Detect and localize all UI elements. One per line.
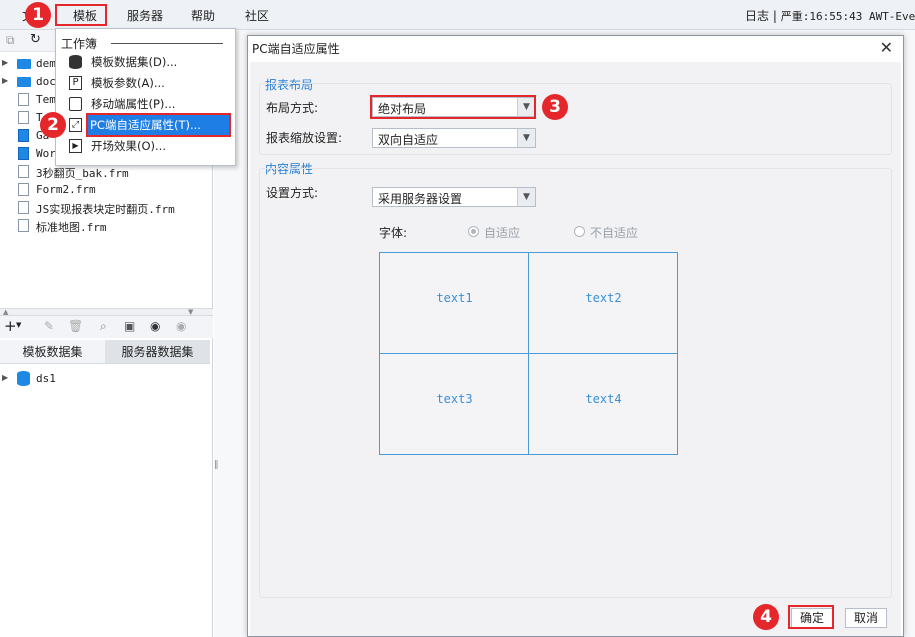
layout-preview-grid: text1 text2 text3 text4	[379, 252, 678, 455]
add-icon[interactable]: +	[4, 317, 17, 335]
form-file-icon	[18, 147, 29, 160]
file-icon	[18, 219, 29, 232]
database-icon	[69, 55, 82, 69]
cancel-button[interactable]: 取消	[845, 608, 887, 628]
menu-item-template-parameters[interactable]: P 模板参数(A)...	[58, 73, 233, 93]
database-add-icon[interactable]: ◉	[150, 319, 160, 333]
log-link[interactable]: 日志	[745, 9, 769, 23]
panel-splitter[interactable]: ▲ ▼	[0, 308, 213, 316]
collapse-up-icon[interactable]: ▲	[3, 308, 8, 316]
resize-icon: ⤢	[69, 118, 82, 132]
status-area: 日志 | 严重:16:55:43 AWT-Eve	[745, 7, 915, 24]
refresh-icon[interactable]: ↻	[30, 32, 41, 47]
menu-item-template-datasets[interactable]: 模板数据集(D)...	[58, 52, 233, 72]
radio-dot	[574, 226, 585, 237]
step-badge-2: 2	[40, 112, 66, 138]
scale-setting-select[interactable]: 双向自适应 ▼	[372, 128, 536, 148]
file-icon	[18, 201, 29, 214]
tree-item[interactable]: ▶ doc	[0, 73, 60, 91]
radio-adaptive[interactable]: 自适应	[468, 224, 538, 240]
file-icon	[18, 183, 29, 196]
tab-template-datasets[interactable]: 模板数据集	[0, 340, 105, 364]
tree-item[interactable]: ▶ dem	[0, 55, 60, 73]
preview-cell: text4	[585, 392, 622, 406]
folder-icon	[17, 77, 31, 87]
menu-divider	[111, 43, 223, 44]
radio-dot	[468, 226, 479, 237]
layout-mode-label: 布局方式:	[266, 101, 319, 115]
close-icon[interactable]: ✕	[880, 38, 893, 57]
dataset-toolbar: + ▼ ✎ 🗑 ⌕ ▣ ◉ ◉	[0, 316, 213, 338]
menu-item-pc-adaptive-properties[interactable]: PC端自适应属性(T)...	[86, 113, 231, 137]
dataset-tabs: 模板数据集 服务器数据集	[0, 340, 213, 364]
menu-item-mobile-properties[interactable]: 移动端属性(P)...	[58, 94, 233, 114]
mobile-icon	[69, 97, 82, 111]
tree-item[interactable]: Wor	[0, 145, 60, 163]
highlight-ok-button	[788, 605, 834, 629]
menu-help[interactable]: 帮助	[191, 7, 215, 24]
highlight-layout-select	[370, 95, 536, 119]
dialog-title: PC端自适应属性	[252, 42, 340, 56]
film-icon: ▶	[69, 139, 82, 153]
setting-mode-select[interactable]: 采用服务器设置 ▼	[372, 187, 536, 207]
highlight-template-menu	[55, 4, 107, 26]
tab-server-datasets[interactable]: 服务器数据集	[105, 340, 210, 364]
new-file-icon[interactable]: ⧉	[6, 33, 15, 48]
menu-section-header: 工作簿	[61, 37, 98, 51]
resize-handle[interactable]: ‖	[214, 460, 219, 470]
delete-icon[interactable]: 🗑	[68, 319, 83, 333]
setting-mode-label: 设置方式:	[266, 186, 319, 200]
dataset-item[interactable]: ▶ ds1	[0, 370, 80, 388]
status-separator: |	[772, 9, 777, 23]
database-icon	[17, 371, 30, 386]
preview-cell: text1	[436, 291, 473, 305]
folder-icon	[17, 59, 31, 69]
collapse-down-icon[interactable]: ▼	[188, 308, 193, 316]
pc-adaptive-dialog: PC端自适应属性 ✕ 报表布局 布局方式: 绝对布局 ▼ 报表缩放设置: 双向自…	[247, 35, 904, 637]
template-menu-dropdown: 工作簿 模板数据集(D)... P 模板参数(A)... 移动端属性(P)...…	[55, 28, 236, 166]
tree-item[interactable]: 标准地图.frm	[0, 217, 200, 235]
grid-divider	[380, 353, 677, 354]
menu-server[interactable]: 服务器	[127, 7, 163, 24]
scale-setting-label: 报表缩放设置:	[266, 131, 343, 145]
edit-icon[interactable]: ✎	[44, 319, 54, 333]
preview-cell: text3	[436, 392, 473, 406]
step-badge-3: 3	[542, 94, 568, 120]
report-layout-group	[259, 83, 892, 155]
file-icon	[18, 165, 29, 178]
preview-icon[interactable]: ⌕	[100, 319, 107, 334]
form-file-icon	[18, 129, 29, 142]
dataset-image-icon[interactable]: ▣	[124, 319, 135, 333]
menu-community[interactable]: 社区	[245, 7, 269, 24]
step-badge-4: 4	[753, 604, 779, 630]
file-icon	[18, 111, 29, 124]
tree-item[interactable]: Tem	[0, 91, 60, 109]
tree-item[interactable]: JS实现报表块定时翻页.frm	[0, 199, 200, 217]
file-icon	[18, 93, 29, 106]
step-badge-1: 1	[25, 2, 51, 28]
radio-not-adaptive[interactable]: 不自适应	[574, 224, 654, 240]
menu-bar: 文 模板 服务器 帮助 社区 日志 | 严重:16:55:43 AWT-Eve	[0, 0, 915, 30]
status-message: 严重:16:55:43 AWT-Eve	[780, 10, 915, 23]
parameter-icon: P	[69, 76, 82, 90]
database-remove-icon[interactable]: ◉	[176, 319, 186, 333]
chevron-down-icon: ▼	[517, 129, 535, 147]
font-label: 字体:	[379, 226, 408, 240]
chevron-down-icon: ▼	[517, 188, 535, 206]
preview-cell: text2	[585, 291, 622, 305]
menu-item-opening-effect[interactable]: ▶ 开场效果(O)...	[58, 136, 233, 156]
tree-item[interactable]: Form2.frm	[0, 181, 200, 199]
dialog-body: 报表布局 布局方式: 绝对布局 ▼ 报表缩放设置: 双向自适应 ▼ 内容属性 设…	[250, 62, 901, 636]
add-dropdown-icon[interactable]: ▼	[16, 321, 21, 329]
